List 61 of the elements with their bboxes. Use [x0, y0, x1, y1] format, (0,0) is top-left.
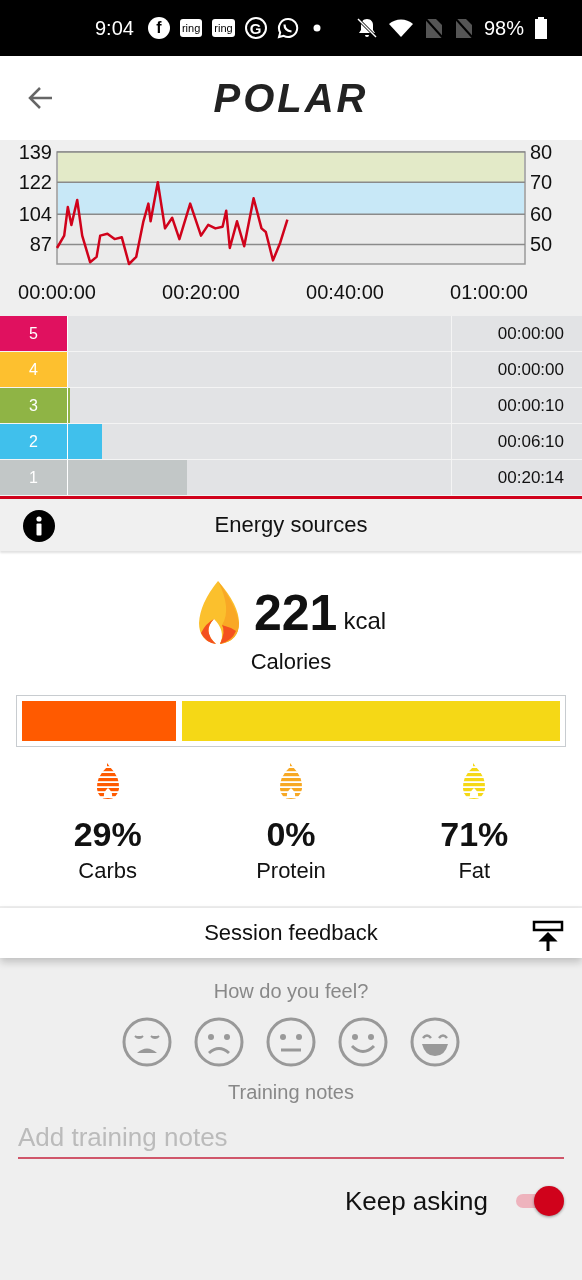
mood-face-button[interactable]: [194, 1017, 244, 1067]
back-button[interactable]: [28, 86, 54, 110]
calories-unit: kcal: [343, 607, 387, 635]
section-title: Energy sources: [214, 512, 368, 538]
muted-bell-icon: [355, 17, 378, 39]
axis-label: 00:40:00: [306, 281, 384, 303]
axis-label: 139: [18, 141, 52, 163]
upload-icon[interactable]: [532, 920, 564, 952]
zone-label: 5: [0, 316, 68, 351]
mood-face-button[interactable]: [338, 1017, 388, 1067]
keep-asking-toggle[interactable]: [516, 1185, 564, 1217]
no-signal-icon: [453, 17, 474, 39]
zone-time: 00:00:10: [452, 388, 582, 423]
zone-label: 3: [0, 388, 68, 423]
axis-label: 00:20:00: [162, 281, 240, 303]
axis-label: 70: [530, 171, 553, 194]
battery-icon: [534, 17, 548, 39]
mood-face-button[interactable]: [122, 1017, 172, 1067]
axis-label: 50: [530, 233, 553, 256]
flame-icon: [94, 763, 121, 799]
battery-percent: 98%: [483, 16, 524, 40]
flame-icon: [461, 763, 488, 799]
zone-label: 4: [0, 352, 68, 387]
zone-time: 00:00:00: [452, 352, 582, 387]
toggle-label: Keep asking: [344, 1185, 488, 1217]
mood-face-button[interactable]: [410, 1017, 460, 1067]
axis-label: 60: [530, 203, 553, 226]
calories-value: 221: [253, 584, 338, 642]
notes-label: Training notes: [228, 1081, 354, 1104]
zone-time: 00:06:10: [452, 424, 582, 459]
zone-label: 2: [0, 424, 68, 459]
macro-label: Protein: [256, 858, 326, 884]
flame-icon: [278, 763, 304, 799]
axis-label: 01:00:00: [450, 281, 528, 303]
macro-percent: 71%: [440, 815, 509, 854]
calories-label: Calories: [250, 649, 332, 675]
axis-label: 00:00:00: [18, 281, 96, 303]
chat-icon: [276, 17, 299, 39]
zone-label: 1: [0, 460, 68, 495]
wifi-icon: [387, 18, 414, 38]
no-signal-icon: [423, 17, 444, 39]
macro-label: Fat: [458, 858, 491, 884]
macro-percent: 29%: [73, 815, 142, 854]
zone-time: 00:20:14: [452, 460, 582, 495]
notification-icon: f: [147, 17, 170, 39]
notification-icon: ring: [212, 19, 235, 37]
axis-label: 80: [530, 141, 553, 163]
axis-label: 104: [18, 203, 52, 226]
notification-icon: G: [244, 17, 267, 39]
logo: POLAR: [213, 75, 369, 121]
axis-label: 87: [29, 233, 52, 256]
zone-time: 00:00:00: [452, 316, 582, 351]
mood-face-button[interactable]: [266, 1017, 316, 1067]
section-title: Session feedback: [204, 920, 378, 946]
status-time: 9:04: [95, 16, 134, 40]
question-label: How do you feel?: [213, 980, 369, 1003]
notification-icon: ring: [179, 19, 203, 37]
macro-percent: 0%: [266, 815, 316, 854]
info-icon[interactable]: [22, 509, 56, 543]
axis-label: 122: [18, 171, 52, 194]
macro-label: Carbs: [78, 858, 137, 884]
